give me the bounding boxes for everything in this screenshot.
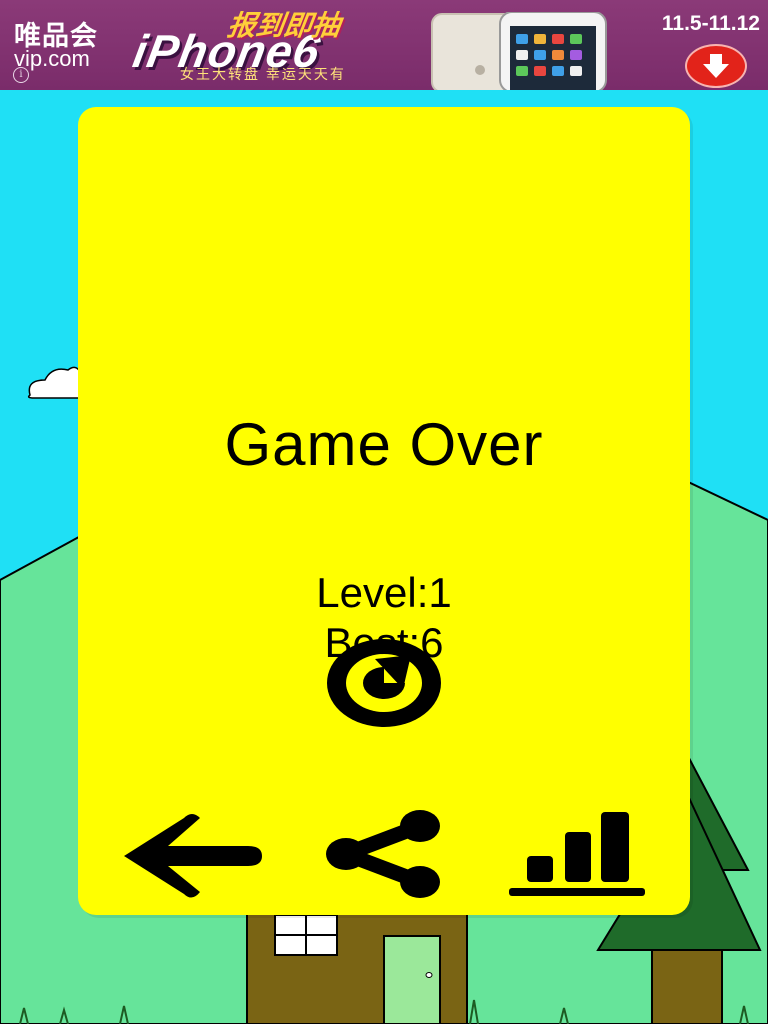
ad-headline: 报到即抽: [225, 10, 342, 41]
ad-dates: 11.5-11.12: [661, 12, 760, 35]
level-label: Level:1: [316, 569, 452, 616]
back-button[interactable]: [122, 810, 264, 900]
game-over-panel: Game Over Level:1 Best:6: [78, 107, 690, 915]
replay-button[interactable]: [325, 637, 443, 729]
game-over-title: Game Over: [224, 411, 544, 478]
back-arrow-icon: [124, 814, 262, 898]
ad-subtitle: 女王大转盘 幸运天天有: [180, 66, 346, 82]
share-icon: [326, 810, 440, 898]
share-button[interactable]: [324, 808, 444, 900]
phones-image: [431, 12, 607, 90]
ad-banner[interactable]: 唯品会 vip.com i iPhone6 报到即抽 女王大转盘 幸运天天有 1…: [0, 0, 768, 90]
download-arrow-icon[interactable]: [685, 44, 747, 88]
info-icon[interactable]: i: [13, 67, 29, 83]
leaderboard-icon: [509, 812, 645, 896]
replay-icon: [327, 639, 441, 727]
leaderboard-button[interactable]: [505, 808, 647, 900]
